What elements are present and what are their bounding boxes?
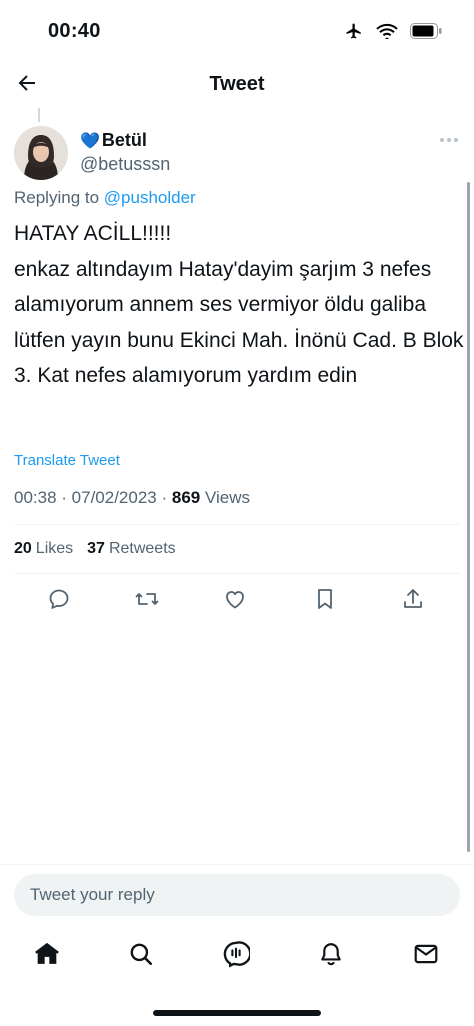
views-label: Views	[205, 488, 251, 507]
nav-bar: Tweet	[0, 62, 474, 108]
scrollbar[interactable]	[467, 182, 470, 852]
page-title: Tweet	[209, 73, 265, 95]
divider	[0, 864, 474, 865]
tweet-date: 07/02/2023	[71, 488, 157, 507]
retweet-button[interactable]	[132, 586, 162, 616]
share-button[interactable]	[398, 586, 428, 616]
more-dot	[454, 138, 458, 142]
tab-notifications[interactable]	[315, 940, 347, 972]
more-dot	[440, 138, 444, 142]
author-name-text: Betül	[101, 130, 147, 150]
messages-icon	[413, 941, 439, 972]
tweet-actions	[0, 586, 474, 616]
retweets-count: 37	[87, 540, 105, 557]
meta-separator: ·	[61, 488, 72, 507]
more-options-button[interactable]	[440, 138, 458, 142]
retweets-stat[interactable]: 37 Retweets	[87, 540, 176, 558]
status-icons	[344, 22, 442, 40]
tweet-time: 00:38	[14, 488, 57, 507]
divider	[14, 573, 460, 574]
tab-home[interactable]	[31, 940, 63, 972]
bookmark-button[interactable]	[310, 586, 340, 616]
tab-search[interactable]	[125, 940, 157, 972]
thread-connector	[38, 108, 40, 122]
bookmark-icon	[314, 587, 336, 616]
reply-icon	[47, 587, 71, 616]
home-indicator	[153, 1010, 321, 1016]
author-name[interactable]: 💙 Betül	[80, 130, 147, 151]
views-count: 869	[171, 488, 201, 507]
replying-prefix: Replying to	[14, 188, 100, 207]
avatar[interactable]	[14, 126, 68, 180]
wifi-icon	[376, 23, 398, 39]
author-handle[interactable]: @betusssn	[80, 154, 170, 175]
likes-count: 20	[14, 540, 32, 557]
status-bar: 00:40	[0, 0, 474, 62]
translate-tweet-link[interactable]: Translate Tweet	[14, 452, 120, 469]
battery-icon	[410, 23, 442, 39]
reply-input[interactable]	[14, 874, 460, 916]
share-icon	[401, 587, 425, 616]
more-dot	[447, 138, 451, 142]
replying-handle-link[interactable]: @pusholder	[104, 188, 196, 207]
tweet-text: HATAY ACİLL!!!!! enkaz altındayım Hatay'…	[14, 222, 464, 387]
divider	[14, 524, 460, 525]
notifications-icon	[318, 941, 344, 972]
tab-spaces[interactable]	[220, 940, 252, 972]
like-button[interactable]	[220, 586, 250, 616]
replying-to: Replying to @pusholder	[14, 188, 196, 208]
meta-separator: ·	[161, 488, 172, 507]
spaces-icon	[222, 940, 252, 973]
blue-heart-icon: 💙	[80, 132, 100, 150]
airplane-icon	[344, 22, 364, 40]
retweet-icon	[134, 587, 160, 616]
tab-bar	[0, 936, 474, 976]
home-icon	[33, 940, 61, 973]
likes-label: Likes	[35, 540, 74, 557]
tab-messages[interactable]	[410, 940, 442, 972]
tweet-meta: 00:38 · 07/02/2023 · 869 Views	[14, 488, 250, 508]
like-icon	[223, 587, 247, 616]
search-icon	[128, 941, 154, 972]
likes-stat[interactable]: 20 Likes	[14, 540, 73, 558]
status-time: 00:40	[48, 20, 101, 42]
tweet-stats: 20 Likes 37 Retweets	[14, 540, 176, 558]
reply-button[interactable]	[44, 586, 74, 616]
retweets-label: Retweets	[108, 540, 176, 557]
